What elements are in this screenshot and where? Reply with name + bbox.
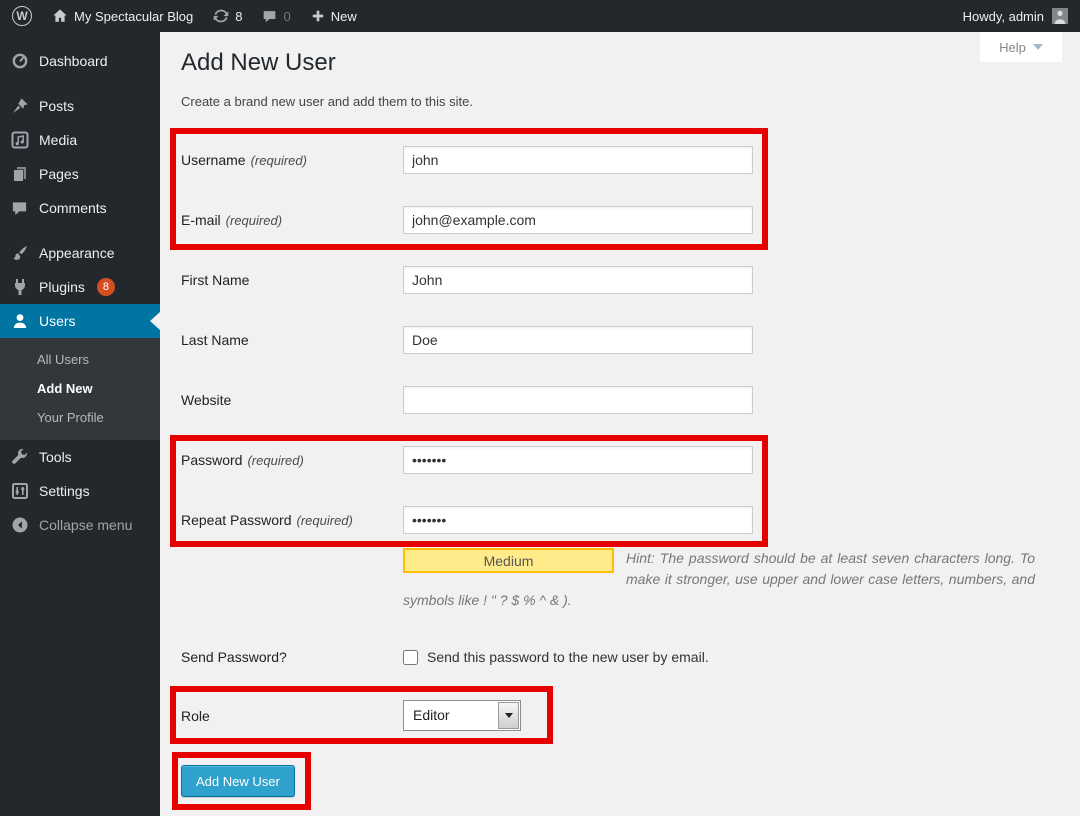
plugins-plug-icon: [9, 278, 30, 296]
username-input[interactable]: [403, 146, 753, 174]
media-note-icon: [9, 131, 30, 149]
admin-bar: W My Spectacular Blog 8 0 New Howdy, adm…: [0, 0, 1080, 32]
first-name-input[interactable]: [403, 266, 753, 294]
select-dropdown-button[interactable]: [498, 702, 519, 729]
last-name-input[interactable]: [403, 326, 753, 354]
password-strength-meter: Medium: [403, 548, 614, 573]
first-name-label: First Name: [181, 272, 249, 288]
form-row-email: E-mail (required): [181, 206, 753, 234]
collapse-arrow-icon: [9, 516, 30, 534]
website-input[interactable]: [403, 386, 753, 414]
wp-logo-icon: W: [12, 6, 32, 26]
password-strength-area: Medium Hint: The password should be at l…: [403, 548, 1035, 611]
sidebar-item-media[interactable]: Media: [0, 123, 160, 157]
sidebar-item-tools[interactable]: Tools: [0, 440, 160, 474]
role-label: Role: [181, 708, 210, 724]
form-row-submit: Add New User: [181, 765, 295, 797]
avatar[interactable]: [1052, 8, 1068, 24]
add-new-user-button[interactable]: Add New User: [181, 765, 295, 797]
wp-logo-menu[interactable]: W: [0, 0, 42, 32]
plugins-update-badge: 8: [97, 278, 115, 296]
page-title: Add New User: [181, 49, 336, 77]
new-content-menu[interactable]: New: [301, 0, 367, 32]
submenu-item-your-profile[interactable]: Your Profile: [0, 403, 160, 432]
dashboard-gauge-icon: [9, 52, 30, 70]
submenu-item-all-users[interactable]: All Users: [0, 345, 160, 374]
send-password-label: Send Password?: [181, 649, 287, 665]
repeat-password-input[interactable]: [403, 506, 753, 534]
comments-indicator[interactable]: 0: [252, 0, 300, 32]
email-input[interactable]: [403, 206, 753, 234]
submenu-item-add-new[interactable]: Add New: [0, 374, 160, 403]
chevron-down-icon: [1033, 44, 1043, 50]
email-label: E-mail: [181, 212, 221, 228]
repeat-password-label: Repeat Password: [181, 512, 292, 528]
comments-bubble-icon: [9, 200, 30, 217]
required-indicator: (required): [297, 513, 353, 528]
updates-indicator[interactable]: 8: [203, 0, 252, 32]
required-indicator: (required): [226, 213, 282, 228]
sidebar-item-dashboard[interactable]: Dashboard: [0, 44, 160, 78]
tools-wrench-icon: [9, 448, 30, 466]
updates-icon: [213, 8, 229, 24]
home-icon: [52, 8, 68, 24]
form-row-username: Username (required): [181, 146, 753, 174]
settings-sliders-icon: [9, 482, 30, 500]
new-label: New: [331, 9, 357, 24]
pages-icon: [9, 165, 30, 183]
howdy-admin-link[interactable]: Howdy, admin: [963, 9, 1044, 24]
required-indicator: (required): [251, 153, 307, 168]
role-selected-value: Editor: [413, 701, 450, 730]
pushpin-icon: [9, 97, 30, 115]
sidebar-item-appearance[interactable]: Appearance: [0, 236, 160, 270]
appearance-brush-icon: [9, 244, 30, 262]
form-row-repeat-password: Repeat Password (required): [181, 506, 753, 534]
form-row-role: Role Editor: [181, 700, 521, 731]
sidebar-item-pages[interactable]: Pages: [0, 157, 160, 191]
username-label: Username: [181, 152, 246, 168]
plus-icon: [311, 9, 325, 23]
sidebar-item-posts[interactable]: Posts: [0, 89, 160, 123]
website-label: Website: [181, 392, 231, 408]
comments-count: 0: [283, 9, 290, 24]
send-password-checkbox[interactable]: [403, 650, 418, 665]
password-label: Password: [181, 452, 242, 468]
chevron-down-icon: [505, 713, 513, 718]
form-row-password: Password (required): [181, 446, 753, 474]
site-name-link[interactable]: My Spectacular Blog: [42, 0, 203, 32]
comments-bubble-icon: [262, 9, 277, 24]
updates-count: 8: [235, 9, 242, 24]
sidebar-item-plugins[interactable]: Plugins 8: [0, 270, 160, 304]
form-row-send-password: Send Password? Send this password to the…: [181, 646, 709, 668]
site-name-label: My Spectacular Blog: [74, 9, 193, 24]
sidebar-item-comments[interactable]: Comments: [0, 191, 160, 225]
last-name-label: Last Name: [181, 332, 249, 348]
page-subtitle: Create a brand new user and add them to …: [181, 94, 473, 109]
form-row-first-name: First Name: [181, 266, 753, 294]
sidebar-item-collapse-menu[interactable]: Collapse menu: [0, 508, 160, 542]
current-menu-arrow: [150, 312, 160, 330]
role-select[interactable]: Editor: [403, 700, 521, 731]
required-indicator: (required): [247, 453, 303, 468]
sidebar-item-users[interactable]: Users: [0, 304, 160, 338]
sidebar-item-settings[interactable]: Settings: [0, 474, 160, 508]
form-row-website: Website: [181, 386, 753, 414]
users-person-icon: [9, 312, 30, 330]
form-row-last-name: Last Name: [181, 326, 753, 354]
password-input[interactable]: [403, 446, 753, 474]
users-submenu: All Users Add New Your Profile: [0, 338, 160, 440]
send-password-text: Send this password to the new user by em…: [427, 649, 709, 665]
main-content: Help Add New User Create a brand new use…: [160, 32, 1080, 816]
help-button[interactable]: Help: [980, 32, 1062, 62]
admin-sidebar: Dashboard Posts Media Pages Comments App…: [0, 32, 160, 816]
help-label: Help: [999, 40, 1026, 55]
